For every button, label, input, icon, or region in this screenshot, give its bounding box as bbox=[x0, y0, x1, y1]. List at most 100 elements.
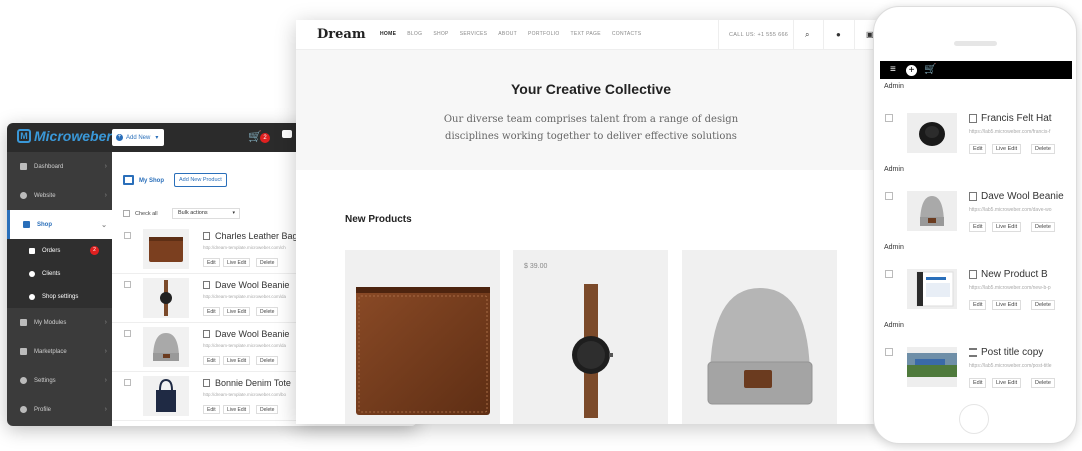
microweber-logo[interactable]: M Microweber bbox=[17, 128, 112, 144]
sidebar-item-website[interactable]: Website › bbox=[7, 181, 112, 210]
list-item: New Product B https://lab5.microweber.co… bbox=[880, 269, 1072, 339]
menu-item-services[interactable]: SERVICES bbox=[460, 31, 488, 37]
product-title[interactable]: Dave Wool Beanie bbox=[215, 280, 289, 290]
row-checkbox[interactable] bbox=[124, 232, 131, 239]
chevron-right-icon: › bbox=[104, 319, 107, 326]
edit-button[interactable]: Edit bbox=[203, 405, 220, 414]
sidebar-item-shop[interactable]: Shop ⌄ bbox=[7, 210, 112, 239]
sidebar-item-dashboard[interactable]: Dashboard › bbox=[7, 152, 112, 181]
product-card-watch[interactable]: $ 39.00 bbox=[513, 250, 668, 424]
live-edit-button[interactable]: Live Edit bbox=[223, 258, 251, 267]
delete-button[interactable]: Delete bbox=[1031, 144, 1055, 154]
wallet-image bbox=[356, 287, 490, 415]
bulk-actions-select[interactable]: Bulk actions ▾ bbox=[172, 208, 240, 219]
add-new-product-button[interactable]: Add New Product bbox=[174, 173, 227, 187]
menu-item-text-page[interactable]: TEXT PAGE bbox=[571, 31, 601, 37]
live-edit-button[interactable]: Live Edit bbox=[223, 405, 251, 414]
live-edit-button[interactable]: Live Edit bbox=[992, 144, 1022, 154]
menu-icon[interactable]: ≡ bbox=[890, 64, 896, 75]
list-item: Post title copy https://lab5.microweber.… bbox=[880, 347, 1072, 402]
post-thumbnail-landscape[interactable] bbox=[907, 347, 957, 387]
delete-button[interactable]: Delete bbox=[256, 356, 279, 365]
check-all-checkbox[interactable] bbox=[123, 210, 130, 217]
live-edit-button[interactable]: Live Edit bbox=[992, 222, 1022, 232]
plus-icon: + bbox=[116, 134, 123, 141]
chevron-down-icon: ▾ bbox=[155, 135, 159, 141]
row-checkbox[interactable] bbox=[885, 348, 893, 356]
delete-button[interactable]: Delete bbox=[256, 307, 279, 316]
sidebar-item-profile[interactable]: Profile › bbox=[7, 395, 112, 424]
live-edit-button[interactable]: Live Edit bbox=[992, 300, 1022, 310]
menu-item-blog[interactable]: BLOG bbox=[407, 31, 422, 37]
product-url: http://dream-template.microweber.com/ch bbox=[203, 245, 286, 250]
phone-speaker bbox=[954, 41, 997, 46]
product-thumbnail-hat[interactable] bbox=[907, 113, 957, 153]
product-title[interactable]: Francis Felt Hat bbox=[981, 113, 1052, 124]
menu-item-portfolio[interactable]: PORTFOLIO bbox=[528, 31, 560, 37]
sidebar-item-marketplace[interactable]: Marketplace › bbox=[7, 337, 112, 366]
row-checkbox[interactable] bbox=[885, 114, 893, 122]
product-title[interactable]: New Product B bbox=[981, 269, 1048, 280]
edit-button[interactable]: Edit bbox=[203, 258, 220, 267]
site-brand-logo[interactable]: Dream bbox=[317, 27, 366, 42]
row-checkbox[interactable] bbox=[124, 281, 131, 288]
delete-button[interactable]: Delete bbox=[1031, 300, 1055, 310]
sidebar-item-my-modules[interactable]: My Modules › bbox=[7, 308, 112, 337]
live-edit-button[interactable]: Live Edit bbox=[223, 356, 251, 365]
user-icon bbox=[20, 406, 27, 413]
product-thumbnail-bag[interactable] bbox=[143, 229, 189, 269]
cart-count-badge: 2 bbox=[260, 133, 270, 143]
menu-item-home[interactable]: HOME bbox=[380, 31, 396, 37]
edit-button[interactable]: Edit bbox=[203, 307, 220, 316]
sidebar-subitem-clients[interactable]: Clients bbox=[7, 262, 112, 285]
post-title[interactable]: Post title copy bbox=[981, 347, 1043, 358]
delete-button[interactable]: Delete bbox=[256, 258, 279, 267]
product-title[interactable]: Charles Leather Bag bbox=[215, 231, 298, 241]
product-title[interactable]: Dave Wool Beanie bbox=[215, 329, 289, 339]
edit-button[interactable]: Edit bbox=[969, 144, 987, 154]
delete-button[interactable]: Delete bbox=[256, 405, 279, 414]
add-new-button[interactable]: + Add New ▾ bbox=[112, 129, 164, 146]
delete-button[interactable]: Delete bbox=[1031, 222, 1055, 232]
chat-icon[interactable] bbox=[282, 130, 292, 138]
row-checkbox[interactable] bbox=[124, 379, 131, 386]
chevron-right-icon: › bbox=[104, 348, 107, 355]
new-products-heading: New Products bbox=[345, 214, 412, 225]
edit-button[interactable]: Edit bbox=[969, 378, 987, 388]
chevron-down-icon: ▾ bbox=[232, 210, 235, 216]
edit-button[interactable]: Edit bbox=[203, 356, 220, 365]
list-item: Francis Felt Hat https://lab5.microweber… bbox=[880, 113, 1072, 183]
user-icon[interactable]: ● bbox=[836, 30, 841, 39]
menu-item-about[interactable]: ABOUT bbox=[498, 31, 517, 37]
product-card-beanie[interactable] bbox=[682, 250, 837, 424]
product-thumbnail-screenshot[interactable] bbox=[907, 269, 957, 309]
row-checkbox[interactable] bbox=[885, 192, 893, 200]
cart-icon[interactable]: 🛒 bbox=[924, 64, 936, 75]
product-url: http://dream-template.microweber.com/da bbox=[203, 294, 287, 299]
product-title[interactable]: Dave Wool Beanie bbox=[981, 191, 1064, 202]
menu-item-shop[interactable]: SHOP bbox=[433, 31, 448, 37]
product-thumbnail-watch[interactable] bbox=[143, 278, 189, 318]
search-icon[interactable]: ⌕ bbox=[805, 30, 809, 40]
edit-button[interactable]: Edit bbox=[969, 222, 987, 232]
row-checkbox[interactable] bbox=[885, 270, 893, 278]
phone-home-button[interactable] bbox=[959, 404, 989, 434]
sidebar-subitem-orders[interactable]: Orders 2 bbox=[7, 239, 112, 262]
product-thumbnail-tote[interactable] bbox=[143, 376, 189, 416]
row-checkbox[interactable] bbox=[124, 330, 131, 337]
product-card-wallet[interactable] bbox=[345, 250, 500, 424]
product-title[interactable]: Bonnie Denim Tote bbox=[215, 378, 291, 388]
menu-item-contacts[interactable]: CONTACTS bbox=[612, 31, 642, 37]
my-shop-title[interactable]: My Shop bbox=[139, 178, 164, 184]
product-thumbnail-beanie[interactable] bbox=[907, 191, 957, 231]
delete-button[interactable]: Delete bbox=[1031, 378, 1055, 388]
live-edit-button[interactable]: Live Edit bbox=[223, 307, 251, 316]
sidebar-item-settings[interactable]: Settings › bbox=[7, 366, 112, 395]
product-thumbnail-beanie[interactable] bbox=[143, 327, 189, 367]
add-icon[interactable]: + bbox=[906, 65, 917, 76]
edit-button[interactable]: Edit bbox=[969, 300, 987, 310]
sidebar-subitem-label: Orders bbox=[42, 247, 61, 254]
live-edit-button[interactable]: Live Edit bbox=[992, 378, 1022, 388]
post-url: https://lab5.microweber.com/post-title bbox=[969, 363, 1052, 369]
sidebar-subitem-shop-settings[interactable]: Shop settings bbox=[7, 285, 112, 308]
